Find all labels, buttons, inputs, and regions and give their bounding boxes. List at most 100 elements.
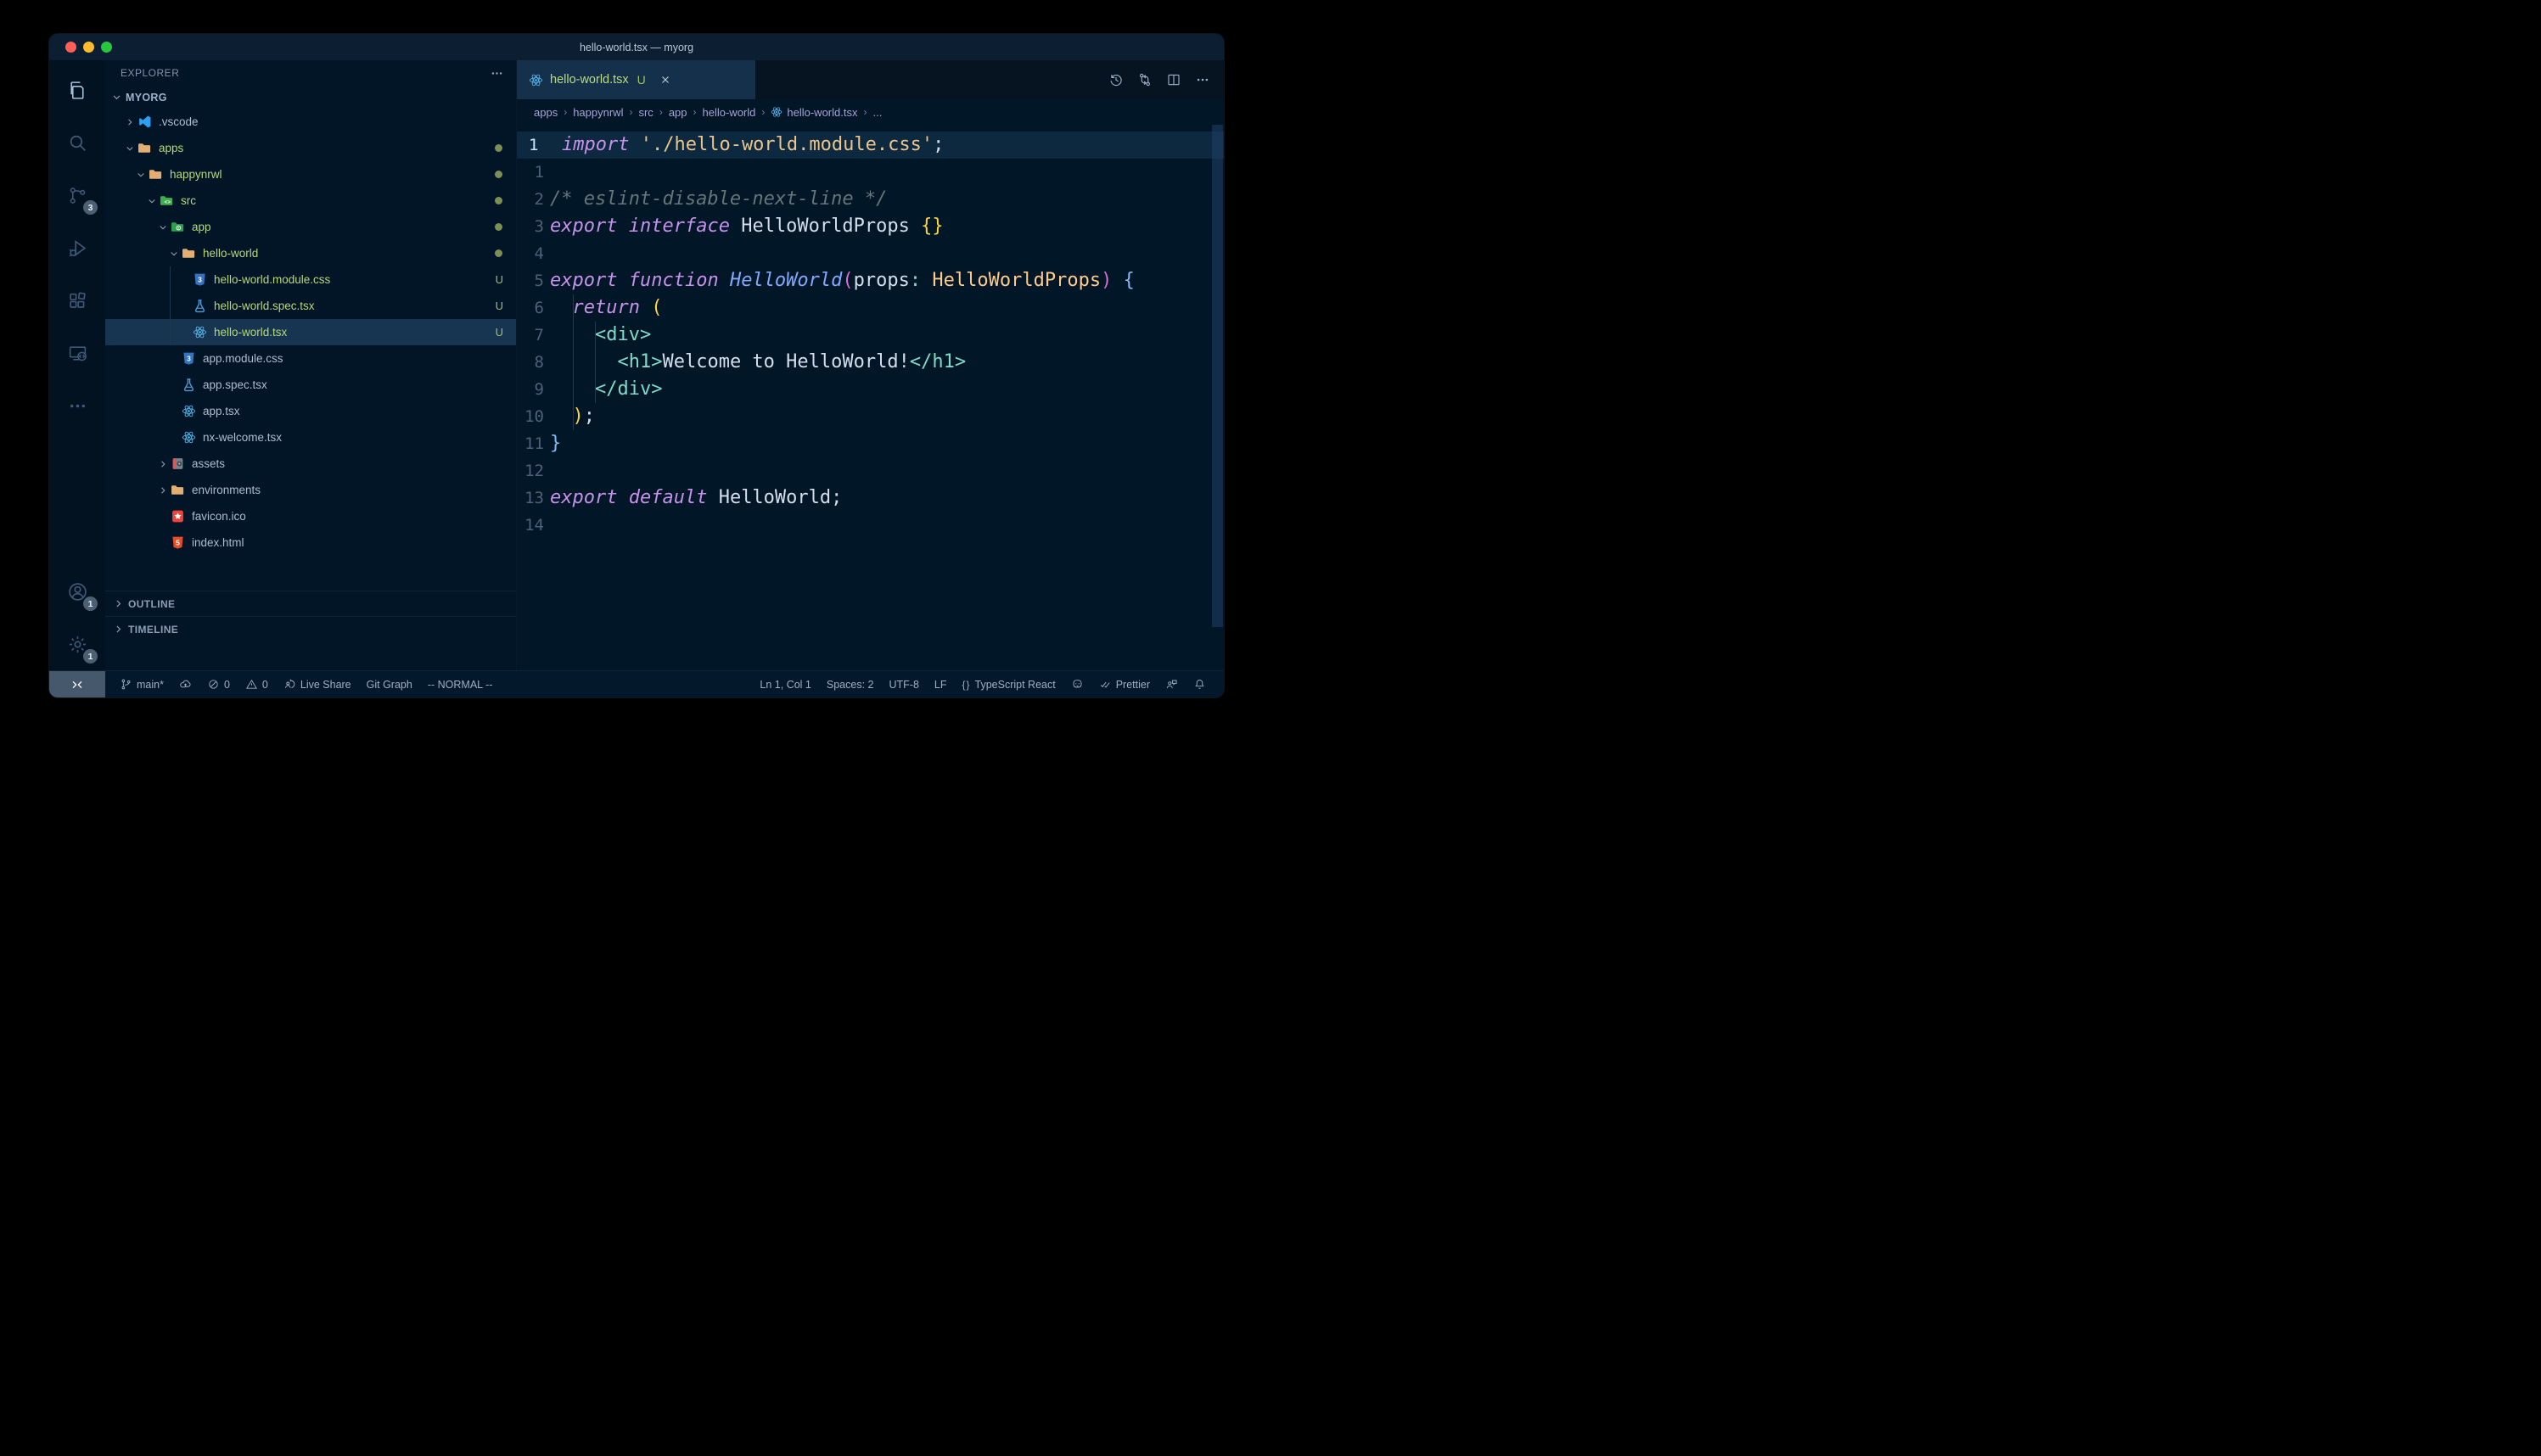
status-feedback[interactable] [1158, 671, 1186, 697]
activity-source-control[interactable]: 3 [49, 169, 105, 221]
status-notifications[interactable] [1186, 671, 1214, 697]
breadcrumb-separator: › [659, 106, 663, 118]
code-line[interactable]: 11} [517, 430, 1224, 457]
status-octoface[interactable] [1063, 671, 1091, 697]
code-line[interactable]: 7 <div> [517, 322, 1224, 349]
line-number: 14 [517, 512, 544, 539]
code-line[interactable]: 12 [517, 457, 1224, 484]
sidebar-title: EXPLORER [121, 67, 179, 79]
tree-item-app-module-css[interactable]: 3app.module.css [105, 345, 516, 372]
status-branch[interactable]: main* [112, 671, 171, 697]
tab-hello-world-tsx[interactable]: hello-world.tsx U [517, 60, 755, 99]
breadcrumb-item[interactable]: hello-world [703, 106, 756, 119]
status-prettier[interactable]: Prettier [1091, 671, 1158, 697]
breadcrumb-item[interactable]: hello-world.tsx [771, 106, 857, 119]
status-vim-mode[interactable]: -- NORMAL -- [420, 671, 501, 697]
react-icon [771, 106, 782, 118]
test-icon [182, 378, 198, 392]
css3-icon: 3 [193, 272, 209, 287]
tree-item-hello-world-spec-tsx[interactable]: hello-world.spec.tsxU [105, 293, 516, 319]
code-line[interactable]: 5export function HelloWorld(props: Hello… [517, 267, 1224, 294]
status-git-graph[interactable]: Git Graph [359, 671, 420, 697]
indent-guide [573, 294, 574, 430]
tree-item-favicon-ico[interactable]: favicon.ico [105, 503, 516, 529]
tree-item-assets[interactable]: assets [105, 451, 516, 477]
code-line-current[interactable]: 1import './hello-world.module.css'; [517, 132, 1224, 159]
breadcrumb-item[interactable]: apps [534, 106, 558, 119]
activity-settings[interactable]: 1 [49, 618, 105, 670]
tree-item-happynrwl[interactable]: happynrwl [105, 161, 516, 188]
status-sync[interactable] [171, 671, 199, 697]
tree-item-hello-world[interactable]: hello-world [105, 240, 516, 266]
badge: 3 [83, 200, 98, 215]
activity-search[interactable] [49, 116, 105, 169]
code-line[interactable]: 14 [517, 512, 1224, 539]
status-live-share[interactable]: Live Share [276, 671, 359, 697]
activity-accounts[interactable]: 1 [49, 565, 105, 618]
more-actions-button[interactable] [1195, 72, 1210, 87]
feedback-icon [1165, 678, 1178, 691]
tree-item-app[interactable]: app [105, 214, 516, 240]
status-language-mode[interactable]: {}TypeScript React [955, 671, 1063, 697]
compare-changes-button[interactable] [1137, 72, 1153, 87]
activity-remote-explorer[interactable] [49, 327, 105, 379]
status-eol[interactable]: LF [927, 671, 955, 697]
workspace-section-header[interactable]: MYORG [105, 86, 516, 109]
status-indentation[interactable]: Spaces: 2 [819, 671, 882, 697]
code-line[interactable]: 3export interface HelloWorldProps {} [517, 213, 1224, 240]
warning-icon [245, 678, 258, 691]
code-text: /* eslint-disable-next-line */ [550, 186, 887, 213]
vertical-scrollbar[interactable] [1212, 125, 1223, 627]
breadcrumb-item[interactable]: app [669, 106, 687, 119]
code-line[interactable]: 8 <h1>Welcome to HelloWorld!</h1> [517, 349, 1224, 376]
tree-item-environments[interactable]: environments [105, 477, 516, 503]
code-line[interactable]: 10 ); [517, 403, 1224, 430]
tree-item-app-tsx[interactable]: app.tsx [105, 398, 516, 424]
extensions-icon [67, 290, 88, 311]
status-warnings[interactable]: 0 [238, 671, 276, 697]
editor-group: hello-world.tsx U apps›happynrwl›src›app… [517, 60, 1224, 670]
tree-item-hello-world-module-css[interactable]: 3hello-world.module.cssU [105, 266, 516, 293]
tree-item-label: nx-welcome.tsx [203, 431, 282, 444]
activity-extensions[interactable] [49, 274, 105, 327]
status-encoding[interactable]: UTF-8 [881, 671, 926, 697]
code-line[interactable]: 1 [517, 159, 1224, 186]
panel-outline[interactable]: OUTLINE [105, 591, 516, 616]
code-line[interactable]: 4 [517, 240, 1224, 267]
explorer-more-actions-icon[interactable] [490, 66, 504, 81]
zoom-window-button[interactable] [101, 42, 112, 53]
open-timeline-button[interactable] [1108, 72, 1124, 87]
activity-run-debug[interactable] [49, 221, 105, 274]
activity-explorer[interactable] [49, 64, 105, 116]
tree-item-app-spec-tsx[interactable]: app.spec.tsx [105, 372, 516, 398]
tree-item--vscode[interactable]: .vscode [105, 109, 516, 135]
code-editor[interactable]: 1import './hello-world.module.css';12/* … [517, 125, 1224, 670]
breadcrumb-label: hello-world [703, 106, 756, 119]
tree-item-nx-welcome-tsx[interactable]: nx-welcome.tsx [105, 424, 516, 451]
css3-icon: 3 [182, 351, 198, 366]
minimize-window-button[interactable] [83, 42, 94, 53]
code-line[interactable]: 2/* eslint-disable-next-line */ [517, 186, 1224, 213]
code-line[interactable]: 6 return ( [517, 294, 1224, 322]
status-cursor-position[interactable]: Ln 1, Col 1 [752, 671, 818, 697]
panel-timeline[interactable]: TIMELINE [105, 616, 516, 641]
split-editor-button[interactable] [1166, 72, 1181, 87]
breadcrumb-item[interactable]: happynrwl [573, 106, 623, 119]
tree-item-index-html[interactable]: 5index.html [105, 529, 516, 556]
activity-more[interactable] [49, 379, 105, 432]
status-item-label: Spaces: 2 [827, 679, 874, 691]
tab-modified-badge: U [637, 73, 646, 87]
remote-indicator[interactable] [49, 671, 105, 697]
tree-item-src[interactable]: <>src [105, 188, 516, 214]
status-bar-left: main*00Live ShareGit Graph-- NORMAL -- [105, 671, 500, 697]
tree-item-label: index.html [192, 536, 244, 549]
close-window-button[interactable] [65, 42, 76, 53]
tree-item-hello-world-tsx[interactable]: hello-world.tsxU [105, 319, 516, 345]
code-line[interactable]: 9 </div> [517, 376, 1224, 403]
code-line[interactable]: 13export default HelloWorld; [517, 484, 1224, 512]
tree-item-apps[interactable]: apps [105, 135, 516, 161]
status-errors[interactable]: 0 [199, 671, 238, 697]
breadcrumb-item[interactable]: src [638, 106, 653, 119]
breadcrumb-item[interactable]: ... [872, 106, 882, 119]
close-icon[interactable] [659, 74, 671, 86]
